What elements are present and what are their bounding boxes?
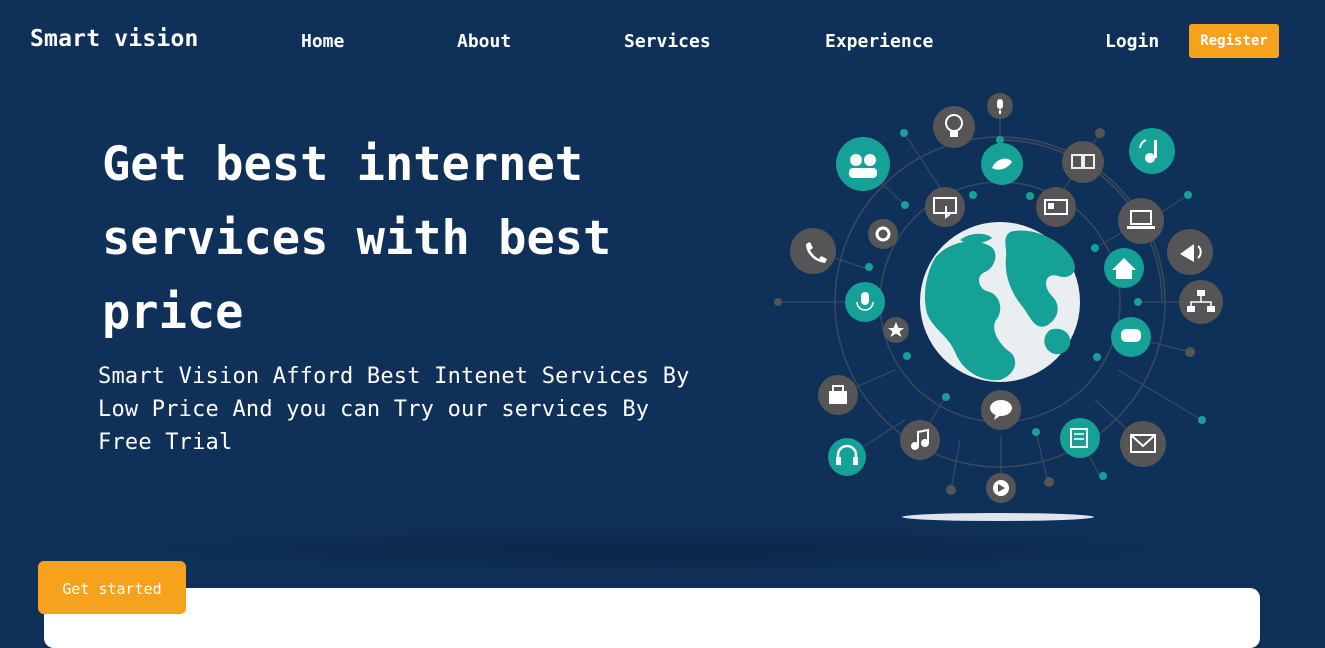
hero-subtitle: Smart Vision Afford Best Intenet Service… [98, 360, 738, 459]
nav-link-experience[interactable]: Experience [825, 31, 933, 52]
touch-screen-icon [925, 187, 965, 227]
nav-link-services[interactable]: Services [624, 31, 711, 52]
nav-link-home[interactable]: Home [301, 31, 344, 52]
register-button[interactable]: Register [1189, 24, 1279, 58]
hero-title-line: price [102, 285, 244, 340]
navbar: Smart vision Home About Services Experie… [0, 0, 1325, 84]
star-icon [883, 317, 909, 343]
hero-title: Get best internet services with best pri… [102, 128, 722, 350]
lightbulb-icon [933, 106, 975, 148]
podcast-mic-icon [845, 282, 885, 322]
hero-subtitle-line: Free Trial [98, 430, 233, 455]
home-icon [1104, 248, 1144, 288]
notes-icon [1060, 418, 1100, 458]
login-link[interactable]: Login [1105, 31, 1159, 52]
shopping-bag-icon [818, 375, 858, 415]
music-note-icon [1129, 128, 1175, 174]
get-started-button[interactable]: Get started [38, 561, 186, 614]
megaphone-icon [1167, 229, 1213, 275]
music-icon [900, 420, 940, 460]
laptop-icon [1118, 198, 1164, 244]
hero-subtitle-line: Low Price And you can Try our services B… [98, 397, 650, 422]
headphones-icon [828, 438, 866, 476]
bottom-card [44, 588, 1260, 648]
mail-icon [1120, 421, 1166, 467]
section-shadow [40, 520, 1280, 580]
hero-title-line: Get best internet [102, 137, 584, 192]
id-card-icon [1036, 187, 1076, 227]
phone-icon [790, 228, 836, 274]
speech-bubble-icon [981, 390, 1021, 430]
hero-subtitle-line: Smart Vision Afford Best Intenet Service… [98, 364, 690, 389]
nav-link-about[interactable]: About [457, 31, 511, 52]
brand-logo-text[interactable]: Smart vision [30, 26, 199, 52]
network-icon [1179, 280, 1223, 324]
gear-icon [868, 219, 898, 249]
people-icon [836, 137, 890, 191]
globe-icon [920, 222, 1080, 382]
bird-icon [981, 143, 1023, 185]
network-globe-illustration [774, 93, 1223, 521]
hero-title-line: services with best [102, 211, 612, 266]
play-icon [986, 473, 1016, 503]
microphone-icon [987, 93, 1013, 119]
chat-icon [1111, 317, 1151, 357]
book-icon [1062, 141, 1104, 183]
